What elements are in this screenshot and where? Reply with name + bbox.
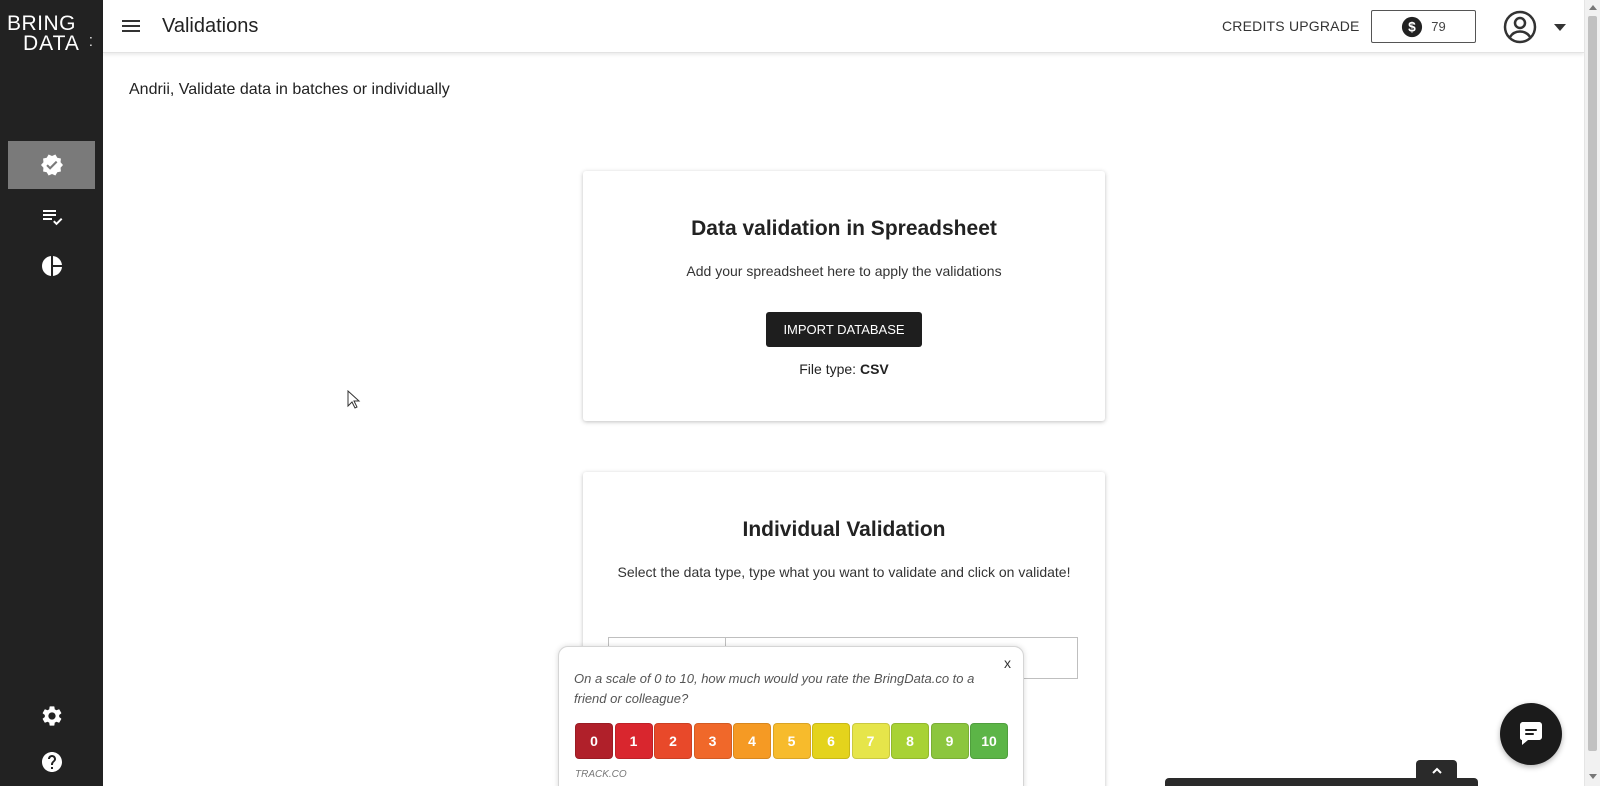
scroll-thumb[interactable]	[1588, 16, 1597, 751]
logo-line1: BRING	[7, 12, 77, 35]
credits-balance-button[interactable]: $ 79	[1371, 10, 1476, 43]
chat-bubble-icon	[1520, 722, 1542, 745]
menu-icon	[122, 20, 140, 32]
nps-score-4-button[interactable]: 4	[733, 723, 771, 759]
hamburger-menu-button[interactable]	[119, 14, 143, 38]
vertical-scrollbar[interactable]	[1584, 0, 1600, 786]
sidebar-item-settings[interactable]	[8, 692, 95, 740]
pie-chart-icon	[41, 256, 62, 276]
top-header: Validations CREDITS UPGRADE $ 79	[103, 0, 1584, 53]
scroll-down-arrow-icon[interactable]	[1589, 774, 1597, 779]
logo[interactable]: BRING DATA ⁚	[7, 12, 97, 55]
page-title: Validations	[162, 15, 259, 37]
greeting-text: Andrii, Validate data in batches or indi…	[129, 81, 450, 98]
bottom-panel-bar[interactable]	[1165, 778, 1478, 786]
credits-count: 79	[1431, 19, 1446, 34]
verified-badge-icon	[40, 154, 63, 176]
sidebar-item-checklist[interactable]	[8, 192, 95, 240]
nps-score-3-button[interactable]: 3	[693, 723, 732, 759]
nps-score-7-button[interactable]: 7	[851, 723, 890, 759]
nps-score-6-button[interactable]: 6	[812, 723, 850, 759]
account-avatar-button[interactable]	[1503, 10, 1537, 44]
sidebar: BRING DATA ⁚	[0, 0, 103, 786]
file-type-label: File type:	[799, 361, 857, 377]
survey-question: On a scale of 0 to 10, how much would yo…	[574, 671, 975, 706]
account-circle-icon	[1503, 10, 1537, 44]
nps-score-scale: 0 1 2 3 4 5 6 7 8 9 10	[575, 723, 1008, 759]
spreadsheet-validation-card: Data validation in Spreadsheet Add your …	[583, 171, 1105, 421]
nps-score-10-button[interactable]: 10	[970, 723, 1008, 759]
chat-widget-button[interactable]	[1500, 703, 1562, 765]
survey-close-button[interactable]: x	[1004, 655, 1011, 671]
gear-icon	[42, 706, 61, 726]
svg-text:$: $	[1408, 19, 1416, 34]
sidebar-item-validations[interactable]	[8, 141, 95, 189]
import-database-button[interactable]: IMPORT DATABASE	[766, 312, 922, 347]
account-dropdown-button[interactable]	[1551, 18, 1569, 36]
nps-survey-popup: x On a scale of 0 to 10, how much would …	[558, 646, 1024, 786]
individual-card-title: Individual Validation	[742, 518, 946, 541]
checklist-icon	[42, 210, 62, 226]
nps-score-1-button[interactable]: 1	[614, 723, 653, 759]
individual-card-subtitle: Select the data type, type what you want…	[617, 564, 1071, 580]
credits-upgrade-link[interactable]: CREDITS UPGRADE	[1222, 18, 1360, 34]
mouse-cursor-icon	[347, 390, 361, 409]
logo-line2: DATA	[23, 32, 80, 55]
nps-score-5-button[interactable]: 5	[772, 723, 811, 759]
spreadsheet-card-title: Data validation in Spreadsheet	[691, 217, 997, 240]
survey-provider-label: TRACK.CO	[575, 769, 627, 780]
spreadsheet-card-subtitle: Add your spreadsheet here to apply the v…	[686, 263, 1002, 279]
sidebar-item-help[interactable]	[8, 738, 95, 786]
nps-score-0-button[interactable]: 0	[575, 723, 613, 759]
nps-score-8-button[interactable]: 8	[891, 723, 929, 759]
nps-score-2-button[interactable]: 2	[654, 723, 692, 759]
chevron-up-icon	[1431, 767, 1442, 774]
scroll-up-arrow-icon[interactable]	[1589, 5, 1597, 10]
logo-spark-icon: ⁚	[89, 35, 93, 49]
help-icon	[41, 752, 62, 772]
dollar-coin-icon: $	[1402, 16, 1423, 37]
app-window: BRING DATA ⁚ Validations CREDITS UPGRADE…	[0, 0, 1600, 786]
file-type-info: File type: CSV	[583, 361, 1105, 377]
nps-score-9-button[interactable]: 9	[930, 723, 969, 759]
caret-down-icon	[1554, 24, 1566, 31]
sidebar-item-reports[interactable]	[8, 242, 95, 290]
file-type-value: CSV	[859, 361, 889, 377]
